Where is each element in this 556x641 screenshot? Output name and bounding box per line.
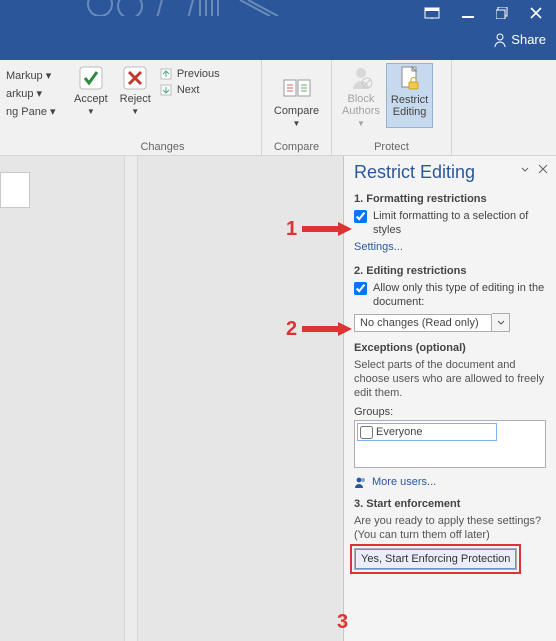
minimize-icon[interactable] <box>462 7 474 19</box>
page <box>0 172 30 208</box>
share-label: Share <box>511 32 546 47</box>
limit-formatting-label: Limit formatting to a selection of style… <box>373 209 546 237</box>
annotation-2-number: 2 <box>286 318 297 341</box>
annotation-1-number: 1 <box>286 218 297 241</box>
start-enforcing-button[interactable]: Yes, Start Enforcing Protection <box>354 548 517 570</box>
allow-editing-label: Allow only this type of editing in the d… <box>373 281 546 309</box>
close-icon[interactable] <box>530 7 542 19</box>
changes-group-label: Changes <box>70 139 255 153</box>
exceptions-heading: Exceptions (optional) <box>354 342 546 354</box>
accept-button[interactable]: Accept ▼ <box>70 63 112 116</box>
reject-button[interactable]: Reject ▼ <box>116 63 155 116</box>
chevron-down-icon[interactable] <box>492 313 510 332</box>
scroll-split[interactable] <box>124 156 138 641</box>
annotation-3-number: 3 <box>337 611 348 634</box>
pane-close-icon[interactable] <box>538 164 548 174</box>
ribbon-options-icon[interactable] <box>424 7 440 19</box>
markup-dropdown-2[interactable]: arkup▾ <box>6 85 70 103</box>
ribbon: Markup▾ arkup▾ ng Pane▾ Accept ▼ Reject … <box>0 60 556 156</box>
restrict-editing-button[interactable]: Restrict Editing <box>386 63 433 128</box>
document-area: Restrict Editing 1. Formatting restricti… <box>0 156 556 641</box>
everyone-label: Everyone <box>376 426 422 438</box>
titlebar-decoration <box>80 0 330 16</box>
exceptions-desc: Select parts of the document and choose … <box>354 358 546 400</box>
compare-button[interactable]: Compare ▼ <box>270 75 323 128</box>
reviewing-pane-dropdown[interactable]: ng Pane▾ <box>6 103 70 121</box>
restore-icon[interactable] <box>496 7 508 19</box>
previous-button[interactable]: Previous <box>159 67 220 81</box>
section-1-heading: 1. Formatting restrictions <box>354 193 546 205</box>
annotation-1-arrow <box>300 221 352 237</box>
pane-title: Restrict Editing <box>354 162 546 183</box>
more-users-link[interactable]: More users... <box>354 476 546 488</box>
editing-type-value: No changes (Read only) <box>354 314 492 332</box>
block-authors-button: Block Authors ▼ <box>338 63 384 128</box>
editing-type-combo[interactable]: No changes (Read only) <box>354 313 546 332</box>
compare-group-label: Compare <box>268 139 325 153</box>
annotation-2-arrow <box>300 321 352 337</box>
groups-label: Groups: <box>354 406 546 418</box>
markup-dropdown-1[interactable]: Markup▾ <box>6 67 70 85</box>
section-3-desc: Are you ready to apply these settings? (… <box>354 514 546 542</box>
allow-editing-checkbox[interactable] <box>354 282 367 295</box>
limit-formatting-checkbox[interactable] <box>354 210 367 223</box>
everyone-checkbox[interactable] <box>360 426 373 439</box>
share-button[interactable]: Share <box>493 32 546 47</box>
next-button[interactable]: Next <box>159 83 220 97</box>
section-2-heading: 2. Editing restrictions <box>354 265 546 277</box>
pane-options-icon[interactable] <box>520 164 530 174</box>
titlebar: Share <box>0 0 556 60</box>
restrict-editing-pane: Restrict Editing 1. Formatting restricti… <box>344 156 556 641</box>
settings-link[interactable]: Settings... <box>354 241 546 253</box>
groups-listbox[interactable]: Everyone <box>354 420 546 468</box>
protect-group-label: Protect <box>338 139 445 153</box>
section-3-heading: 3. Start enforcement <box>354 498 546 510</box>
